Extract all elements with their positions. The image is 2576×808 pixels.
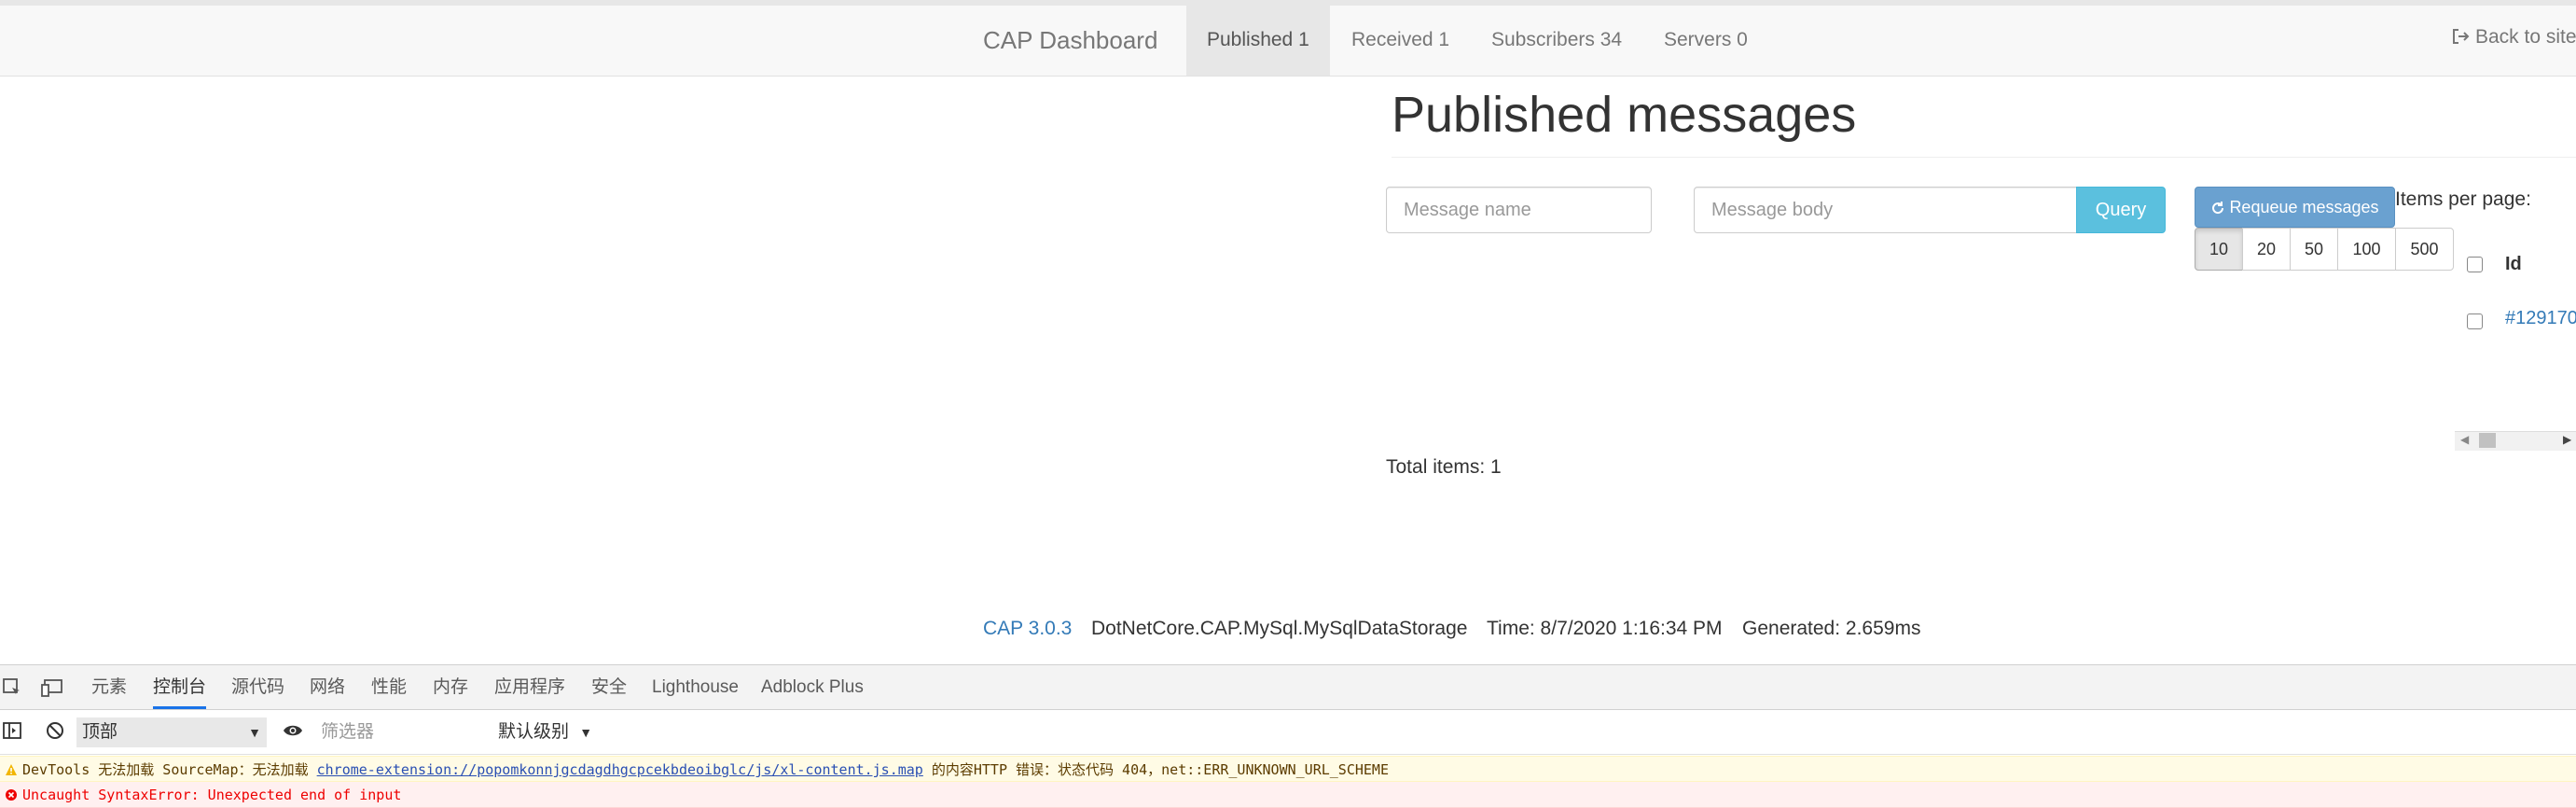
sign-out-icon [2453,29,2470,44]
back-to-site-link[interactable]: Back to site [2451,26,2576,49]
items-per-page-label: Items per page: [2395,188,2531,210]
log-level-value: 默认级别 [498,722,570,742]
sourcemap-link[interactable]: chrome-extension://popomkonnjgcdagdhgcpc… [317,761,923,778]
warning-text: DevTools 无法加载 SourceMap：无法加载 [22,761,317,778]
devtools-tab-sources[interactable]: 源代码 [231,665,284,709]
select-all-checkbox[interactable] [2467,257,2483,272]
page-size-100[interactable]: 100 [2337,228,2396,271]
tab-servers[interactable]: Servers 0 [1643,5,1768,76]
brand-link[interactable]: CAP Dashboard [983,26,1157,55]
page-size-50[interactable]: 50 [2290,228,2338,271]
chevron-down-icon: ▼ [248,725,261,740]
cap-version-link[interactable]: CAP 3.0.3 [983,618,1072,640]
console-warning-message: DevTools 无法加载 SourceMap：无法加载 chrome-exte… [0,756,2576,782]
inspect-element-icon[interactable] [2,677,22,703]
error-icon [0,782,22,808]
devtools-tab-network[interactable]: 网络 [310,665,345,709]
devtools-tab-performance[interactable]: 性能 [371,665,407,709]
tab-received[interactable]: Received 1 [1331,5,1470,76]
message-body-input[interactable]: Message body [1694,187,2078,233]
storage-name: DotNetCore.CAP.MySql.MySqlDataStorage [1091,618,1468,639]
chevron-down-icon: ▼ [579,725,593,740]
devtools-tab-elements[interactable]: 元素 [91,665,127,709]
scroll-right-arrow-icon[interactable]: ▶ [2563,433,2571,446]
tab-subscribers[interactable]: Subscribers 34 [1471,5,1642,76]
warning-icon [0,757,22,783]
context-selector[interactable]: 顶部 ▼ [76,717,267,747]
devtools-tab-adblock-plus[interactable]: Adblock Plus [761,665,864,709]
message-name-input[interactable]: Message name [1386,187,1652,233]
console-filter-input[interactable]: 筛选器 [315,717,487,747]
column-header-id: Id [2505,254,2522,274]
scroll-left-arrow-icon[interactable]: ◀ [2460,433,2469,446]
row-checkbox[interactable] [2467,313,2483,329]
log-level-selector[interactable]: 默认级别 ▼ [498,717,592,747]
devtools-tab-memory[interactable]: 内存 [433,665,468,709]
page-size-500[interactable]: 500 [2395,228,2454,271]
table-horizontal-scrollbar[interactable] [2455,431,2576,451]
back-to-site-label: Back to site [2475,26,2576,48]
message-id-link[interactable]: #129170 [2505,308,2576,329]
error-text: Uncaught SyntaxError: Unexpected end of … [22,787,402,803]
devtools-tab-console[interactable]: 控制台 [153,665,207,709]
devtools-tab-application[interactable]: 应用程序 [494,665,565,709]
requeue-messages-button[interactable]: Requeue messages [2195,187,2395,228]
query-button[interactable]: Query [2076,187,2166,233]
console-error-message: Uncaught SyntaxError: Unexpected end of … [0,782,2576,808]
refresh-icon [2212,202,2224,215]
page-title: Published messages [1392,87,1857,143]
devtools-tab-security[interactable]: 安全 [591,665,627,709]
clear-console-icon[interactable] [45,720,65,745]
total-items: Total items: 1 [1386,456,1502,478]
show-sidebar-icon[interactable] [2,720,22,745]
tab-published[interactable]: Published 1 [1186,5,1330,76]
title-divider [1392,157,2576,158]
devtools-tab-lighthouse[interactable]: Lighthouse [652,665,739,709]
warning-suffix: 的内容HTTP 错误：状态代码 404，net::ERR_UNKNOWN_URL… [922,761,1389,778]
context-selector-value: 顶部 [82,722,118,742]
device-toolbar-icon[interactable] [41,677,63,703]
page-size-20[interactable]: 20 [2242,228,2291,271]
scrollbar-thumb[interactable] [2479,433,2496,448]
generated-time: Generated: 2.659ms [1742,618,1921,639]
eye-icon[interactable] [282,720,304,745]
render-time: Time: 8/7/2020 1:16:34 PM [1487,618,1723,639]
requeue-label: Requeue messages [2229,198,2379,216]
page-size-10[interactable]: 10 [2195,228,2243,271]
